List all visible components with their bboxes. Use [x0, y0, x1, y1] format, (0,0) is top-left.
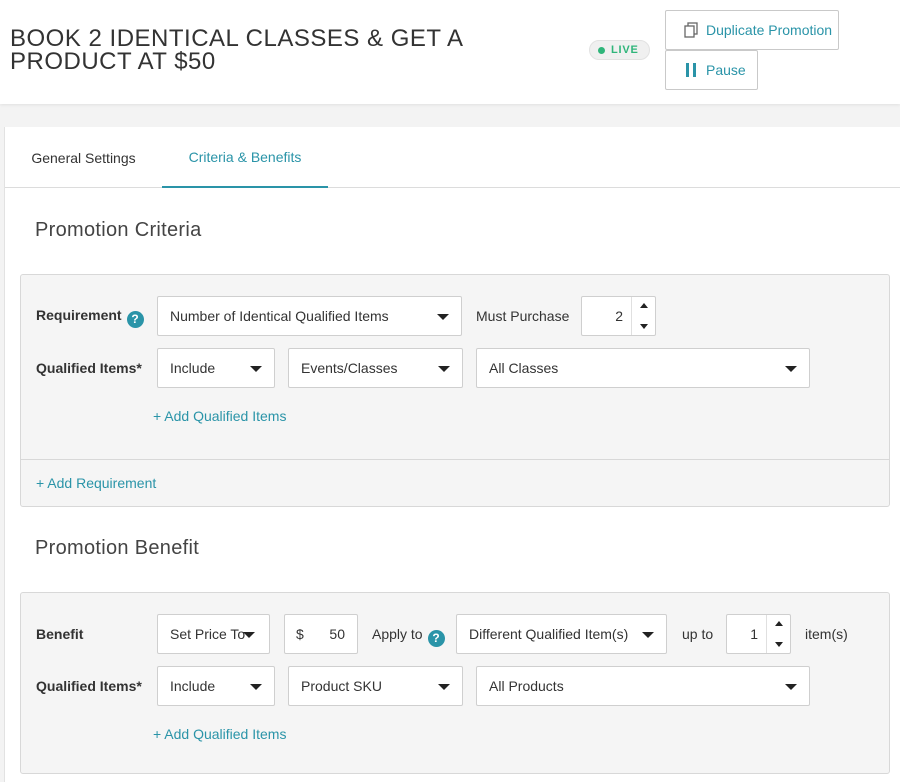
apply-to-select-value: Different Qualified Item(s) [469, 626, 629, 642]
stepper-arrows [631, 297, 655, 335]
copy-icon [684, 22, 698, 38]
item-type-select[interactable]: Events/Classes [288, 348, 463, 388]
chevron-down-icon [437, 314, 449, 320]
benefit-qualified-items-select-value: All Products [489, 678, 564, 694]
requirement-label: Requirement? [36, 307, 144, 328]
chevron-down-icon [642, 632, 654, 638]
qualified-items-label: Qualified Items* [36, 360, 142, 376]
benefit-item-type-select[interactable]: Product SKU [288, 666, 463, 706]
qualified-items-select-value: All Classes [489, 360, 559, 376]
add-qualified-items-link[interactable]: + Add Qualified Items [153, 408, 286, 424]
apply-to-select[interactable]: Different Qualified Item(s) [456, 614, 667, 654]
must-purchase-stepper[interactable]: 2 [581, 296, 656, 336]
benefit-include-select[interactable]: Include [157, 666, 275, 706]
status-badge: LIVE [589, 40, 650, 60]
chevron-down-icon [250, 684, 262, 690]
price-input[interactable]: $ 50 [284, 614, 358, 654]
chevron-down-icon [438, 684, 450, 690]
help-icon[interactable]: ? [126, 310, 144, 328]
add-requirement-link[interactable]: + Add Requirement [36, 475, 156, 491]
benefit-item-type-select-value: Product SKU [301, 678, 382, 694]
page-header: BOOK 2 IDENTICAL CLASSES & GET A PRODUCT… [0, 0, 900, 104]
decrement-arrow-icon[interactable] [767, 634, 791, 653]
price-amount: 50 [329, 626, 345, 642]
up-to-stepper[interactable]: 1 [726, 614, 791, 654]
pause-label: Pause [706, 62, 746, 78]
pause-icon [684, 62, 698, 78]
benefit-label: Benefit [36, 626, 84, 642]
requirement-select[interactable]: Number of Identical Qualified Items [157, 296, 462, 336]
requirement-label-text: Requirement [36, 307, 122, 323]
items-suffix-label: item(s) [805, 626, 848, 642]
must-purchase-label: Must Purchase [476, 308, 570, 324]
tab-criteria-benefits[interactable]: Criteria & Benefits [162, 127, 328, 188]
duplicate-promotion-label: Duplicate Promotion [706, 22, 833, 38]
benefit-qualified-items-label: Qualified Items* [36, 678, 142, 694]
page-title: BOOK 2 IDENTICAL CLASSES & GET A PRODUCT… [10, 25, 463, 75]
benefit-qualified-items-select[interactable]: All Products [476, 666, 810, 706]
pause-button[interactable]: Pause [665, 50, 758, 90]
promotion-editor: General Settings Criteria & Benefits Pro… [4, 127, 900, 782]
criteria-panel: Requirement? Number of Identical Qualifi… [20, 274, 890, 507]
chevron-down-icon [250, 366, 262, 372]
criteria-section-title: Promotion Criteria [35, 219, 202, 241]
benefit-include-select-value: Include [170, 678, 216, 694]
benefit-type-select-value: Set Price To [170, 626, 246, 642]
decrement-arrow-icon[interactable] [632, 316, 656, 335]
currency-symbol: $ [296, 626, 304, 642]
benefit-add-qualified-items-link[interactable]: + Add Qualified Items [153, 726, 286, 742]
increment-arrow-icon[interactable] [767, 615, 791, 634]
tab-general-settings[interactable]: General Settings [5, 127, 162, 188]
up-to-value: 1 [750, 626, 758, 642]
apply-to-label: Apply to? [372, 626, 445, 647]
increment-arrow-icon[interactable] [632, 297, 656, 316]
include-select[interactable]: Include [157, 348, 275, 388]
status-label: LIVE [611, 44, 639, 56]
benefit-panel: Benefit Set Price To $ 50 Apply to? Diff… [20, 592, 890, 774]
tab-bar: General Settings Criteria & Benefits [5, 127, 900, 188]
duplicate-promotion-button[interactable]: Duplicate Promotion [665, 10, 839, 50]
requirement-select-value: Number of Identical Qualified Items [170, 308, 389, 324]
help-icon[interactable]: ? [427, 629, 445, 647]
chevron-down-icon [438, 366, 450, 372]
chevron-down-icon [785, 366, 797, 372]
benefit-section-title: Promotion Benefit [35, 537, 200, 559]
stepper-arrows [766, 615, 790, 653]
apply-to-label-text: Apply to [372, 626, 423, 642]
panel-divider [21, 459, 889, 460]
up-to-label: up to [682, 626, 714, 642]
must-purchase-value: 2 [615, 308, 623, 324]
chevron-down-icon [243, 632, 255, 638]
qualified-items-select[interactable]: All Classes [476, 348, 810, 388]
item-type-select-value: Events/Classes [301, 360, 398, 376]
include-select-value: Include [170, 360, 216, 376]
live-dot-icon [598, 46, 605, 54]
chevron-down-icon [785, 684, 797, 690]
benefit-type-select[interactable]: Set Price To [157, 614, 270, 654]
